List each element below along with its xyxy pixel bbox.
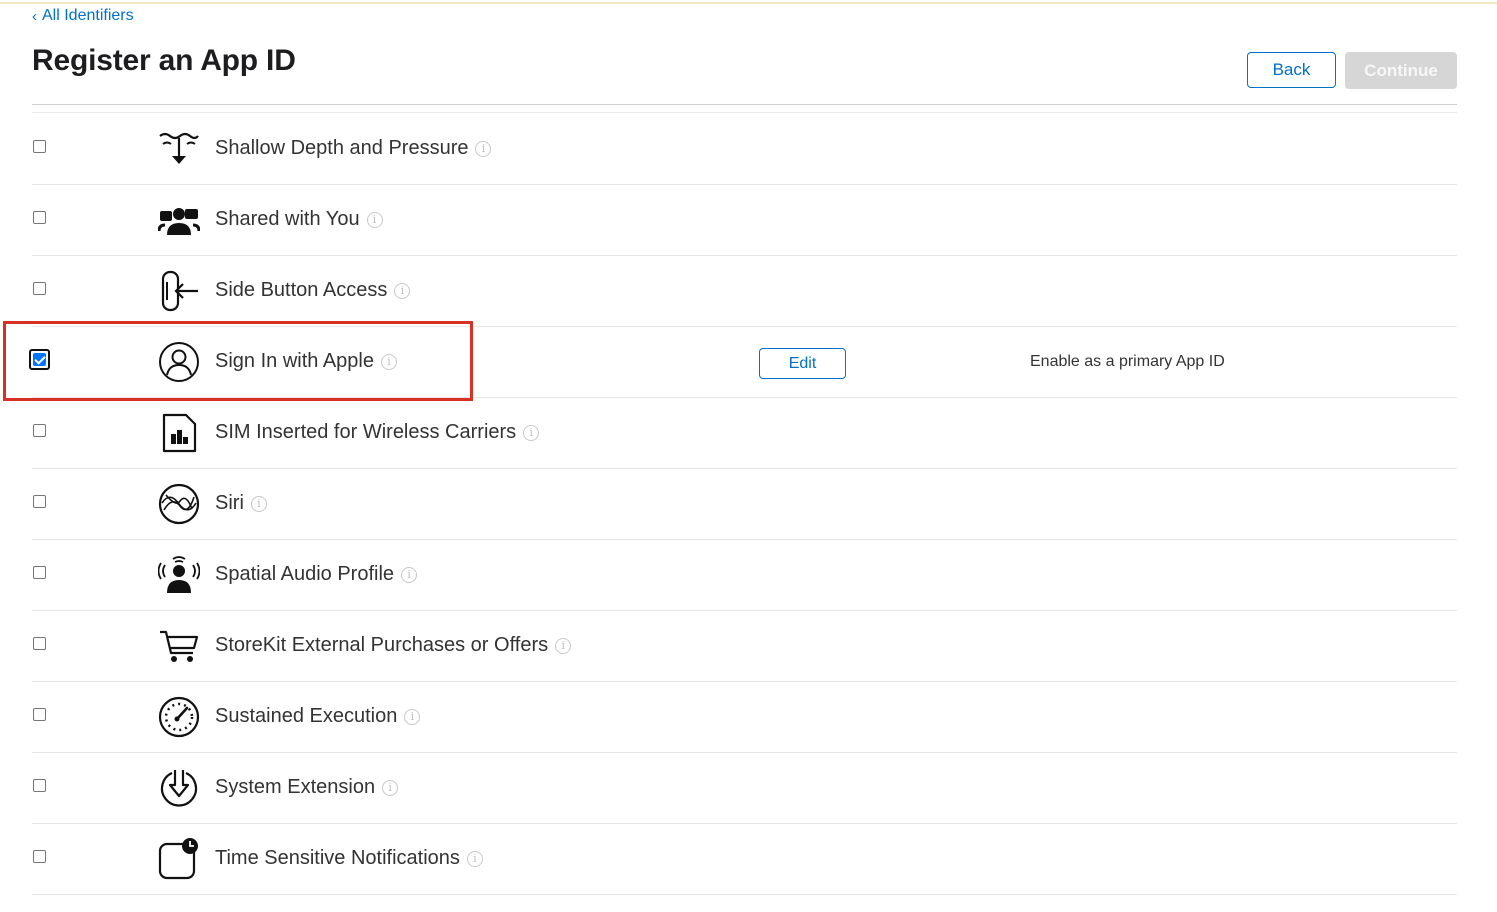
back-button[interactable]: Back xyxy=(1247,52,1336,88)
page-title: Register an App ID xyxy=(32,44,296,77)
info-icon[interactable]: i xyxy=(394,282,411,299)
info-icon[interactable]: i xyxy=(475,140,492,157)
gauge-icon xyxy=(158,696,200,738)
capability-label: SIM Inserted for Wireless Carriers i xyxy=(215,421,540,444)
capability-label: Sustained Execution i xyxy=(215,705,421,728)
capability-checkbox[interactable] xyxy=(33,779,46,792)
capability-row-sustained-execution: Sustained Execution i xyxy=(32,682,1457,753)
list-top-divider xyxy=(32,112,1457,113)
capability-checkbox[interactable] xyxy=(33,140,46,153)
info-icon[interactable]: i xyxy=(366,211,383,228)
capability-checkbox[interactable] xyxy=(33,424,46,437)
edit-button[interactable]: Edit xyxy=(759,348,846,379)
capability-label: Spatial Audio Profile i xyxy=(215,563,418,586)
primary-app-id-note: Enable as a primary App ID xyxy=(1030,353,1225,370)
siri-icon xyxy=(158,483,200,525)
time-sensitive-icon xyxy=(158,838,198,880)
capability-checkbox[interactable] xyxy=(33,850,46,863)
capability-label: Time Sensitive Notifications i xyxy=(215,847,483,870)
breadcrumb-label: All Identifiers xyxy=(42,7,134,24)
capability-row-spatial-audio: Spatial Audio Profile i xyxy=(32,540,1457,611)
side-button-icon xyxy=(161,270,198,312)
capability-row-sim-inserted: SIM Inserted for Wireless Carriers i xyxy=(32,398,1457,469)
top-accent-line xyxy=(0,2,1497,4)
shopping-cart-icon xyxy=(160,630,199,662)
sign-in-with-apple-highlight xyxy=(3,321,473,401)
capability-label: Side Button Access i xyxy=(215,279,411,302)
sim-card-icon xyxy=(162,413,197,453)
capability-label: Siri i xyxy=(215,492,267,515)
capability-row-shallow-depth: Shallow Depth and Pressure i xyxy=(32,114,1457,185)
info-icon[interactable]: i xyxy=(404,708,421,725)
breadcrumb-all-identifiers[interactable]: ‹ All Identifiers xyxy=(32,7,134,25)
capability-checkbox[interactable] xyxy=(33,708,46,721)
shared-people-icon xyxy=(158,208,200,235)
capability-checkbox[interactable] xyxy=(33,282,46,295)
chevron-left-icon: ‹ xyxy=(32,7,37,25)
spatial-audio-icon xyxy=(158,556,200,593)
capability-row-side-button: Side Button Access i xyxy=(32,256,1457,327)
capability-label: StoreKit External Purchases or Offers i xyxy=(215,634,572,657)
capability-row-shared-with-you: Shared with You i xyxy=(32,185,1457,256)
capability-label: System Extension i xyxy=(215,776,399,799)
header-divider xyxy=(32,104,1457,105)
continue-button[interactable]: Continue xyxy=(1345,52,1457,89)
info-icon[interactable]: i xyxy=(555,637,572,654)
capability-label: Shared with You i xyxy=(215,208,383,231)
capability-row-siri: Siri i xyxy=(32,469,1457,540)
info-icon[interactable]: i xyxy=(401,566,418,583)
depth-pressure-icon xyxy=(159,132,199,164)
info-icon[interactable]: i xyxy=(382,779,399,796)
capability-row-time-sensitive: Time Sensitive Notifications i xyxy=(32,824,1457,895)
capability-label: Shallow Depth and Pressure i xyxy=(215,137,492,160)
capability-row-storekit-external: StoreKit External Purchases or Offers i xyxy=(32,611,1457,682)
capability-checkbox[interactable] xyxy=(33,566,46,579)
capability-checkbox[interactable] xyxy=(33,211,46,224)
info-icon[interactable]: i xyxy=(250,495,267,512)
capability-checkbox[interactable] xyxy=(33,495,46,508)
capability-row-system-extension: System Extension i xyxy=(32,753,1457,824)
info-icon[interactable]: i xyxy=(466,850,483,867)
info-icon[interactable]: i xyxy=(523,424,540,441)
capability-checkbox[interactable] xyxy=(33,637,46,650)
download-circle-icon xyxy=(160,770,198,807)
